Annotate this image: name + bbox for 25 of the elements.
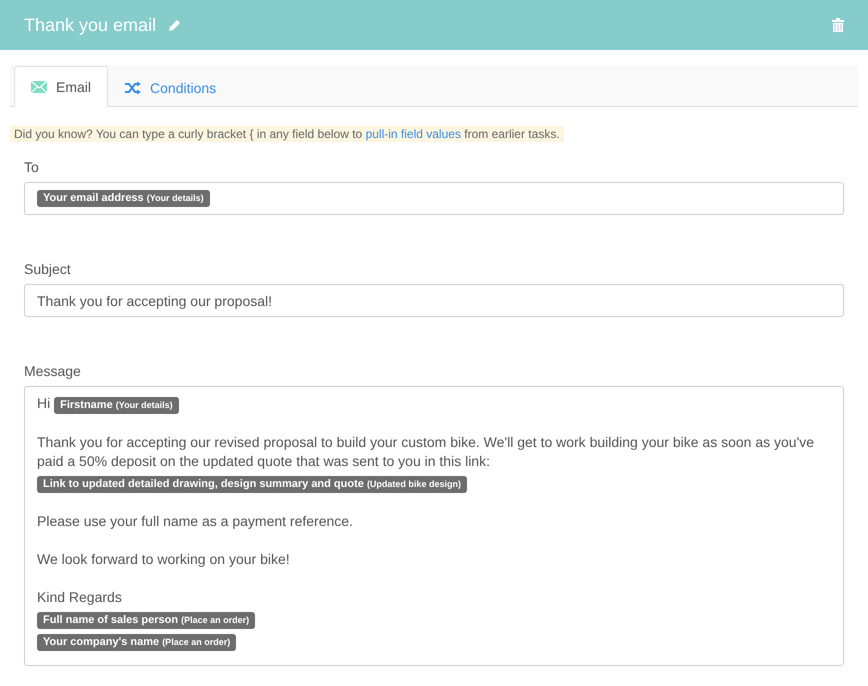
tab[interactable]: Email xyxy=(14,66,108,107)
field-values-link[interactable]: pull-in field values xyxy=(366,127,461,141)
field-label: Message xyxy=(24,363,82,379)
envelope-icon xyxy=(31,81,47,93)
message-text: We look forward to working on your bike! xyxy=(37,551,290,567)
tip-text: Did you know? You can type a curly bracket { in any field below to pull-in field values from earlier tasks. xyxy=(10,126,564,142)
message-text: Kind Regards xyxy=(37,589,122,605)
shuffle-icon xyxy=(125,82,142,94)
message-field[interactable] xyxy=(24,386,844,666)
tab[interactable]: Conditions xyxy=(108,67,234,107)
to-field[interactable]: Your email address (Your details) xyxy=(24,182,844,215)
field-token[interactable]: Your email address (Your details) xyxy=(37,190,210,207)
field-token[interactable]: Firstname (Your details) xyxy=(54,397,179,414)
message-text: Thank you for accepting our revised proposal to build your custom bike. We'll get to work building your bike as soon as you've paid a 50% deposit on the updated quote that was sent to you in this link: xyxy=(37,434,814,469)
message-text: Hi xyxy=(37,395,50,411)
trash-icon[interactable] xyxy=(832,18,844,32)
pencil-icon[interactable] xyxy=(168,18,182,32)
field-label: To xyxy=(24,159,40,175)
field-token[interactable]: Link to updated detailed drawing, design summary and quote (Updated bike design) xyxy=(37,476,467,493)
field-token[interactable]: Your company's name (Place an order) xyxy=(37,634,236,651)
field-label: Subject xyxy=(24,261,72,277)
page-title: Thank you email xyxy=(24,14,156,36)
message-text: Please use your full name as a payment reference. xyxy=(37,513,353,529)
field-token[interactable]: Full name of sales person (Place an order) xyxy=(37,612,256,629)
subject-field[interactable]: Thank you for accepting our proposal! xyxy=(24,284,844,317)
